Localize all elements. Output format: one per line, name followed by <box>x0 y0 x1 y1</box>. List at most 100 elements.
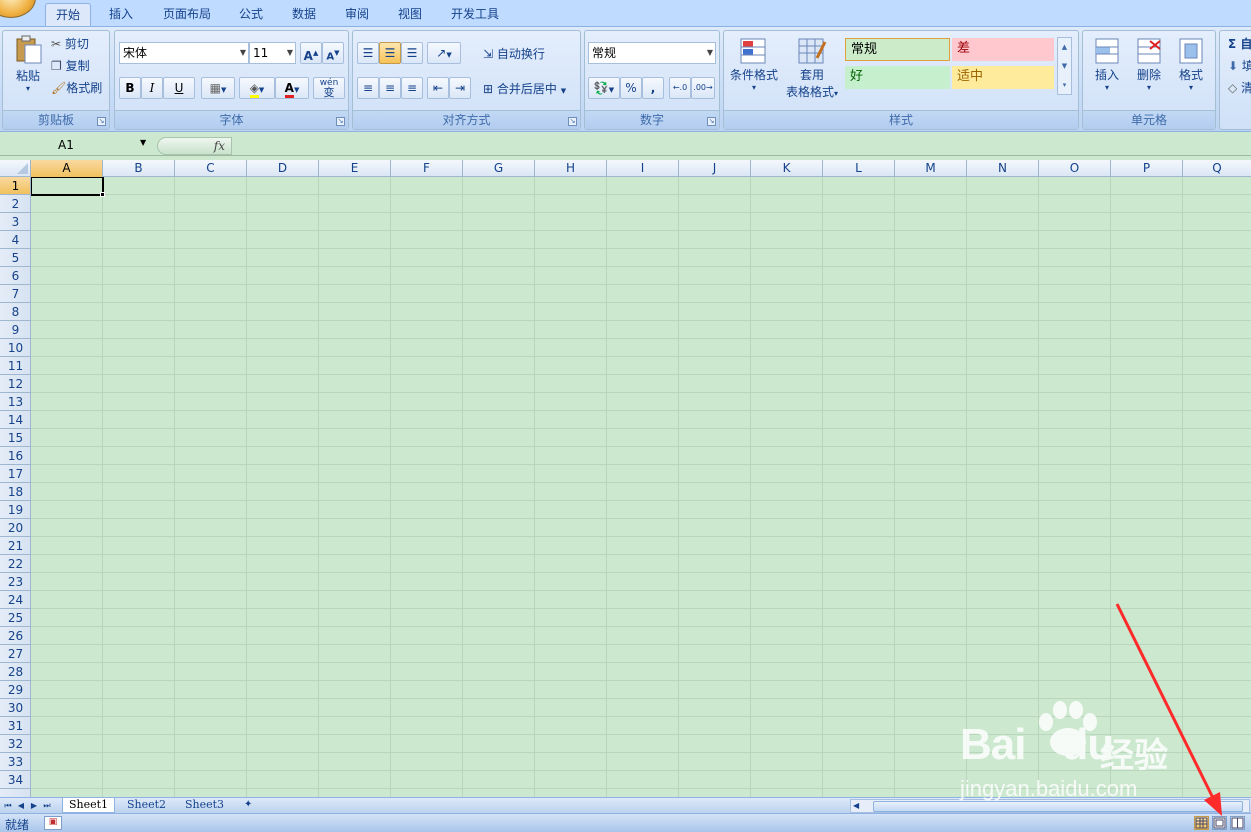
macro-record-icon[interactable]: ▣ <box>44 816 62 830</box>
row-header[interactable]: 4 <box>0 231 30 249</box>
style-neutral[interactable]: 适中 <box>952 66 1054 89</box>
row-header[interactable]: 30 <box>0 699 30 717</box>
italic-button[interactable]: I <box>141 77 163 99</box>
column-header[interactable]: A <box>31 160 103 177</box>
row-header[interactable]: 26 <box>0 627 30 645</box>
styles-gallery-scroll[interactable]: ▲ ▼ ▾ <box>1057 37 1072 95</box>
alignment-launcher-icon[interactable]: ↘ <box>568 117 577 126</box>
sheet-tab-sheet3[interactable]: Sheet3 <box>179 798 230 813</box>
sheet-tab-sheet1[interactable]: Sheet1 <box>62 798 116 813</box>
office-button[interactable] <box>0 0 36 18</box>
fill-handle[interactable] <box>100 192 105 197</box>
row-header[interactable]: 5 <box>0 249 30 267</box>
grow-font-button[interactable]: A▲ <box>300 42 322 64</box>
tab-formulas[interactable]: 公式 <box>232 3 270 27</box>
style-bad[interactable]: 差 <box>952 38 1054 61</box>
column-header[interactable]: J <box>679 160 751 177</box>
tab-page-layout[interactable]: 页面布局 <box>156 3 218 27</box>
active-cell[interactable] <box>31 177 104 196</box>
row-header[interactable]: 11 <box>0 357 30 375</box>
decrease-decimal-button[interactable]: .00→ <box>691 77 715 99</box>
tab-developer[interactable]: 开发工具 <box>444 3 506 27</box>
row-header[interactable]: 28 <box>0 663 30 681</box>
row-header[interactable]: 24 <box>0 591 30 609</box>
row-header[interactable]: 31 <box>0 717 30 735</box>
accounting-format-button[interactable]: 💱▼ <box>588 77 620 99</box>
row-header[interactable]: 20 <box>0 519 30 537</box>
number-format-select[interactable]: 常规 ▼ <box>588 42 716 64</box>
font-color-button[interactable]: A▼ <box>275 77 309 99</box>
orientation-button[interactable]: ↗▼ <box>427 42 461 64</box>
select-all-button[interactable] <box>0 160 31 177</box>
percent-button[interactable]: % <box>620 77 642 99</box>
row-header[interactable]: 19 <box>0 501 30 519</box>
fill-button[interactable]: ⬇ 填 <box>1228 57 1251 74</box>
style-good[interactable]: 好 <box>845 66 950 89</box>
row-header[interactable]: 29 <box>0 681 30 699</box>
row-header[interactable]: 13 <box>0 393 30 411</box>
row-header[interactable]: 2 <box>0 195 30 213</box>
prev-sheet-icon[interactable]: ◀ <box>15 799 27 812</box>
row-header[interactable]: 21 <box>0 537 30 555</box>
scroll-left-icon[interactable]: ◀ <box>853 800 859 812</box>
column-header[interactable]: L <box>823 160 895 177</box>
bold-button[interactable]: B <box>119 77 141 99</box>
insert-cells-button[interactable]: 插入 ▾ <box>1089 36 1125 92</box>
row-header[interactable]: 8 <box>0 303 30 321</box>
row-header[interactable]: 12 <box>0 375 30 393</box>
column-header[interactable]: F <box>391 160 463 177</box>
autosum-button[interactable]: Σ 自 <box>1228 35 1251 52</box>
first-sheet-icon[interactable]: ⏮ <box>2 799 14 812</box>
column-header[interactable]: M <box>895 160 967 177</box>
font-name-select[interactable]: 宋体 ▼ <box>119 42 249 64</box>
column-header[interactable]: I <box>607 160 679 177</box>
style-normal[interactable]: 常规 <box>845 38 950 61</box>
tab-view[interactable]: 视图 <box>391 3 429 27</box>
column-header[interactable]: H <box>535 160 607 177</box>
column-header[interactable]: D <box>247 160 319 177</box>
row-header[interactable]: 3 <box>0 213 30 231</box>
row-header[interactable]: 25 <box>0 609 30 627</box>
phonetic-button[interactable]: wén 变 <box>313 77 345 99</box>
row-header[interactable]: 1 <box>0 177 30 195</box>
row-header[interactable]: 16 <box>0 447 30 465</box>
tab-insert[interactable]: 插入 <box>102 3 140 27</box>
decrease-indent-button[interactable]: ⇤ <box>427 77 449 99</box>
fill-color-button[interactable]: ◈▼ <box>239 77 275 99</box>
column-header[interactable]: N <box>967 160 1039 177</box>
underline-button[interactable]: U <box>163 77 195 99</box>
number-launcher-icon[interactable]: ↘ <box>707 117 716 126</box>
align-right-button[interactable]: ≡ <box>401 77 423 99</box>
align-bottom-button[interactable]: ☰ <box>401 42 423 64</box>
column-header[interactable]: Q <box>1183 160 1251 177</box>
clipboard-launcher-icon[interactable]: ↘ <box>97 117 106 126</box>
column-header[interactable]: G <box>463 160 535 177</box>
insert-function-button[interactable]: fx <box>157 137 232 155</box>
delete-cells-button[interactable]: 删除 ▾ <box>1131 36 1167 92</box>
scroll-thumb[interactable] <box>873 801 1243 812</box>
last-sheet-icon[interactable]: ⏭ <box>41 799 53 812</box>
increase-decimal-button[interactable]: ←.0 <box>669 77 691 99</box>
row-header[interactable]: 17 <box>0 465 30 483</box>
shrink-font-button[interactable]: A▼ <box>322 42 344 64</box>
page-break-view-button[interactable] <box>1230 816 1245 830</box>
column-header[interactable]: C <box>175 160 247 177</box>
row-header[interactable]: 22 <box>0 555 30 573</box>
tab-review[interactable]: 审阅 <box>338 3 376 27</box>
insert-sheet-button[interactable]: ✦ <box>238 798 258 813</box>
name-box-dropdown-icon[interactable]: ▼ <box>140 138 146 147</box>
row-header[interactable]: 7 <box>0 285 30 303</box>
next-sheet-icon[interactable]: ▶ <box>28 799 40 812</box>
row-header[interactable]: 33 <box>0 753 30 771</box>
font-launcher-icon[interactable]: ↘ <box>336 117 345 126</box>
column-header[interactable]: E <box>319 160 391 177</box>
row-header[interactable]: 23 <box>0 573 30 591</box>
font-size-select[interactable]: 11 ▼ <box>249 42 296 64</box>
row-header[interactable]: 10 <box>0 339 30 357</box>
copy-button[interactable]: ❐ 复制 <box>51 57 90 74</box>
horizontal-scrollbar[interactable]: ◀ <box>850 799 1250 813</box>
format-cells-button[interactable]: 格式 ▾ <box>1173 36 1209 92</box>
format-as-table-button[interactable]: 套用 表格格式▾ <box>782 36 842 100</box>
paste-button[interactable]: 粘贴 ▾ <box>9 35 47 105</box>
merge-center-button[interactable]: ⊞ 合并后居中 ▼ <box>483 80 566 97</box>
